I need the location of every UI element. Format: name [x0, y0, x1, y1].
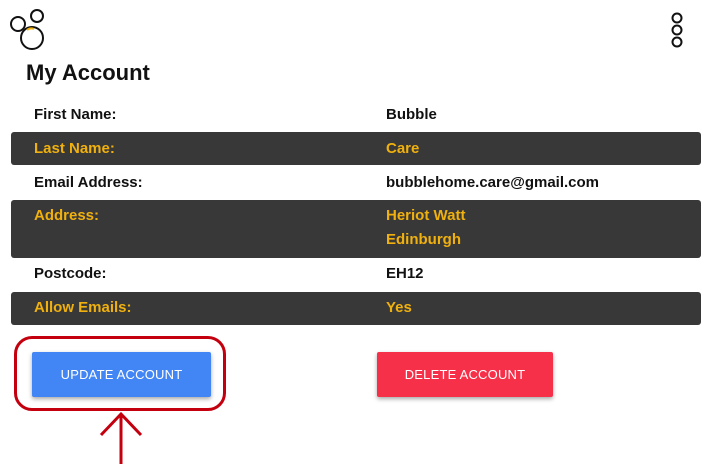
- allow-emails-value: Yes: [386, 299, 412, 316]
- address-row: Address: Heriot Watt Edinburgh: [11, 200, 701, 258]
- delete-account-button[interactable]: DELETE ACCOUNT: [377, 352, 553, 397]
- first-name-row: First Name: Bubble: [11, 101, 701, 129]
- last-name-value: Care: [386, 140, 420, 157]
- last-name-label: Last Name:: [34, 140, 115, 157]
- postcode-value: EH12: [386, 265, 424, 282]
- email-value: bubblehome.care@gmail.com: [386, 174, 600, 191]
- allow-emails-label: Allow Emails:: [34, 299, 132, 316]
- email-row: Email Address: bubblehome.care@gmail.com: [11, 169, 701, 197]
- address-line1: Heriot Watt: [386, 207, 466, 224]
- last-name-row: Last Name: Care: [11, 132, 701, 165]
- annotation-arrow-icon: [99, 411, 143, 464]
- postcode-label: Postcode:: [34, 265, 107, 282]
- page-title: My Account: [26, 60, 150, 85]
- address-line2: Edinburgh: [386, 231, 461, 248]
- bubbles-logo-icon: [10, 9, 44, 50]
- allow-emails-row: Allow Emails: Yes: [11, 292, 701, 325]
- menu-icon[interactable]: [668, 12, 686, 48]
- address-label: Address:: [34, 207, 100, 224]
- annotation-highlight: [14, 336, 226, 411]
- first-name-value: Bubble: [386, 106, 437, 123]
- first-name-label: First Name:: [34, 106, 117, 123]
- postcode-row: Postcode: EH12: [11, 261, 701, 289]
- email-label: Email Address:: [34, 174, 143, 191]
